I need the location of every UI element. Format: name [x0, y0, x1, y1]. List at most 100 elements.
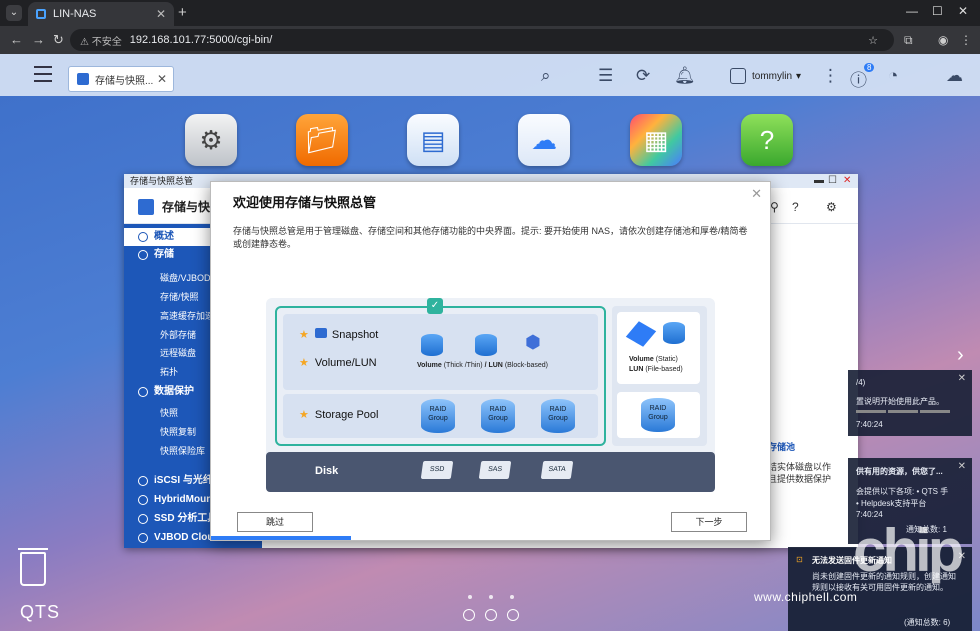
new-tab-icon[interactable]: + — [178, 4, 187, 21]
sidebar-item-label: 快照保险库 — [160, 446, 206, 456]
browser-menu-icon[interactable]: ⋮ — [960, 33, 972, 47]
page-indicator — [888, 410, 918, 413]
lun-text: / LUN — [484, 362, 503, 369]
notification-card[interactable]: ✕ /4) 置说明开始使用此产品。 7:40:24 — [848, 370, 972, 436]
notification-close-icon[interactable]: ✕ — [958, 373, 966, 384]
forward-icon[interactable]: → — [32, 32, 45, 47]
notification-line: • Helpdesk支持平台 — [856, 499, 927, 508]
maximize-icon[interactable]: ☐ — [932, 4, 943, 18]
sidebar-item-label: HybridMount — [154, 494, 216, 505]
window-close-icon[interactable]: ✕ — [958, 4, 968, 18]
profile-icon[interactable]: ◉ — [938, 33, 948, 47]
sidebar-item-label: 磁盘/VJBOD — [160, 273, 211, 283]
file-lun-icon — [663, 322, 685, 344]
storage-pool-lane: ★ Storage Pool RAID Group RAID Group RAID Gr… — [283, 394, 598, 438]
sidebar-item-label: 快照 — [160, 408, 179, 418]
reload-icon[interactable]: ↻ — [53, 32, 64, 48]
shield-icon: ✓ — [427, 298, 443, 314]
dashboard-icon[interactable] — [463, 609, 475, 621]
user-avatar-icon — [730, 68, 746, 84]
background-tasks-icon[interactable]: ☰ — [598, 66, 613, 86]
help-icon[interactable]: ? — [792, 200, 799, 214]
storage-architecture-diagram: ✓ ★ Snapshot ★ Volume/LUN ⬢ Volume (Thick … — [266, 298, 715, 492]
browser-tab-title: LIN-NAS — [53, 8, 97, 20]
tab-search-icon[interactable]: ⌄ — [6, 5, 22, 21]
raid-label: RAID — [549, 406, 567, 413]
ssd-chip: SSD — [420, 461, 454, 479]
star-icon: ★ — [299, 409, 309, 421]
qts-tab-title: 存储与快照... — [95, 75, 154, 87]
star-icon: ★ — [299, 329, 309, 341]
desktop-page-dot[interactable] — [510, 595, 514, 599]
app-center-icon[interactable]: ▦ — [630, 114, 682, 166]
insecure-indicator[interactable]: ⚠ 不安全 — [80, 33, 122, 48]
sidebar-item-label: 存储 — [154, 249, 174, 260]
qts-tab-close-icon[interactable]: ✕ — [157, 72, 167, 86]
tab-close-icon[interactable]: ✕ — [156, 7, 166, 21]
static-volume-cube-icon — [625, 321, 657, 347]
sidebar-item-label: 概述 — [154, 231, 174, 242]
file-station-icon[interactable]: 📁︎ — [296, 114, 348, 166]
cloud-icon[interactable]: ☁ — [518, 114, 570, 166]
raid-group-3: RAID Group — [541, 399, 575, 433]
sidebar-item-label: 拓扑 — [160, 367, 179, 377]
insecure-label: 不安全 — [91, 36, 122, 48]
control-panel-icon[interactable]: ⚙ — [185, 114, 237, 166]
notification-close-icon[interactable]: ✕ — [958, 461, 966, 472]
notification-time: 7:40:24 — [856, 420, 883, 429]
disk-layer: Disk SSD SAS SATA — [266, 452, 715, 492]
sas-chip: SAS — [478, 461, 512, 479]
main-menu-icon[interactable] — [34, 66, 52, 82]
minimize-icon[interactable]: — — [906, 4, 918, 18]
app-dock-icon[interactable] — [507, 609, 519, 621]
desktop-page-dot[interactable] — [468, 595, 472, 599]
bookmark-star-icon[interactable]: ☆ — [868, 34, 878, 47]
sidebar-section-icon — [138, 250, 148, 260]
dialog-close-icon[interactable]: ✕ — [751, 186, 762, 202]
skip-button[interactable]: 跳过 — [237, 512, 313, 532]
volume-text: Volume — [417, 362, 442, 369]
storage-pool-hint-title: 存储池 — [768, 442, 796, 452]
dialog-title: 欢迎使用存储与快照总管 — [233, 195, 377, 210]
myqnapcloud-icon[interactable]: ☁ — [946, 66, 963, 86]
next-button[interactable]: 下一步 — [671, 512, 747, 532]
sidebar-item-label: SSD 分析工具 — [154, 513, 218, 524]
sidebar-item-label: 远程磁盘 — [160, 348, 197, 358]
dialog-description: 存储与快照总管是用于管理磁盘、存储空间和其他存储功能的中央界面。提示: 要开始使… — [233, 226, 748, 249]
group-label: Group — [428, 415, 448, 422]
desktop-page-dot[interactable] — [489, 595, 493, 599]
more-options-icon[interactable]: ⋮ — [822, 66, 839, 86]
disk-label: Disk — [315, 465, 339, 477]
storage-app-icon — [77, 73, 89, 85]
extensions-icon[interactable]: ⧉ — [904, 33, 913, 48]
thin-volume-icon — [475, 334, 497, 356]
user-menu[interactable]: tommylin ▾ — [730, 68, 801, 84]
sidebar-section-icon — [138, 495, 148, 505]
resource-monitor-icon[interactable]: ◔ — [888, 66, 898, 86]
qts-top-bar: 存储与快照... ✕ ⌕ ☰ ⟳ 🔔︎ tommylin ▾ ⋮ ⓘ 8 ◔ ☁ — [0, 54, 980, 96]
search-dock-icon[interactable] — [485, 609, 497, 621]
browser-tab-bar: ⌄ LIN-NAS ✕ + — ☐ ✕ — [0, 0, 980, 26]
static-volume-group: Volume (Static) LUN (File-based) RAID Gro… — [612, 306, 707, 446]
static-volume-text: Volume — [629, 356, 654, 363]
tools-search-icon[interactable]: ⚲ — [770, 200, 779, 214]
settings-gear-icon[interactable]: ⚙ — [826, 200, 837, 214]
recycle-bin-icon[interactable] — [18, 548, 48, 586]
url-field[interactable]: ⚠ 不安全 192.168.101.77:5000/cgi-bin/ ☆ — [70, 29, 894, 51]
window-close-icon[interactable]: ✕ — [843, 175, 851, 186]
notification-bell-icon[interactable]: 🔔︎ — [674, 66, 696, 86]
sidebar-item-label: 高速缓存加速 — [160, 311, 215, 321]
thick-volume-icon — [421, 334, 443, 356]
window-maximize-icon[interactable]: ☐ — [828, 175, 837, 186]
storage-snapshots-icon[interactable]: ▤ — [407, 114, 459, 166]
search-icon[interactable]: ⌕ — [541, 66, 551, 86]
qts-app-tab[interactable]: 存储与快照... ✕ — [68, 66, 174, 92]
snapshot-label: Snapshot — [331, 329, 379, 341]
window-minimize-icon[interactable]: ▬ — [814, 175, 824, 186]
browser-tab[interactable]: LIN-NAS ✕ — [28, 2, 174, 26]
next-page-arrow-icon[interactable]: › — [957, 344, 964, 367]
sync-icon[interactable]: ⟳ — [636, 66, 650, 86]
volume-lun-label: Volume/LUN — [314, 357, 377, 369]
back-icon[interactable]: ← — [10, 32, 23, 47]
help-center-icon[interactable]: ? — [741, 114, 793, 166]
